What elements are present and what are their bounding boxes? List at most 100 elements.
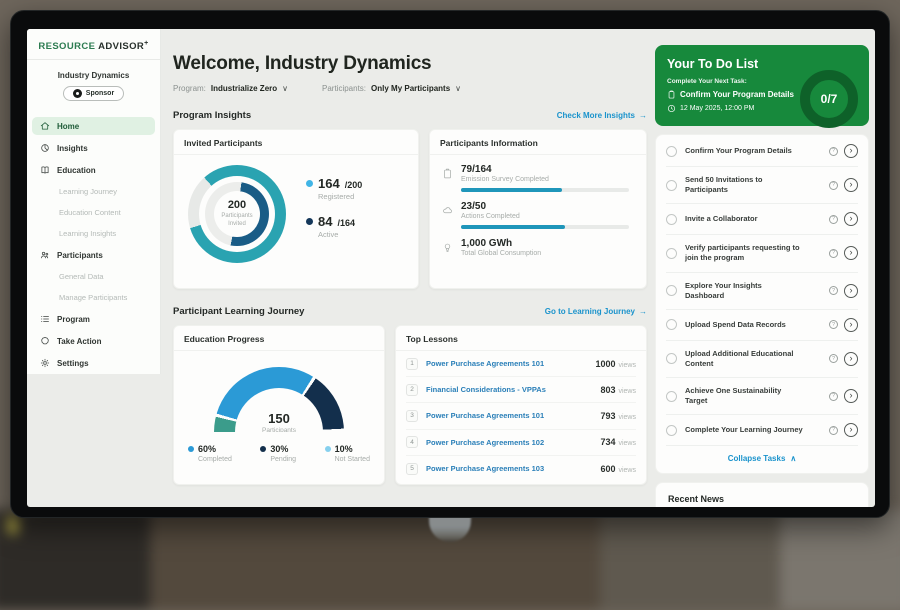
sidebar-item-insights[interactable]: Insights [32, 139, 155, 157]
info-icon[interactable]: ? [829, 215, 838, 224]
lesson-row: 5 Power Purchase Agreements 103 600views [406, 456, 636, 482]
top-lessons-card: Top Lessons 1 Power Purchase Agreements … [395, 325, 647, 485]
clock-icon [667, 104, 676, 113]
lesson-link[interactable]: Power Purchase Agreements 101 [426, 411, 544, 420]
background-object [8, 516, 18, 534]
task-checkbox[interactable] [666, 285, 677, 296]
lesson-link[interactable]: Power Purchase Agreements 101 [426, 359, 544, 368]
task-checkbox[interactable] [666, 353, 677, 364]
lesson-rank: 2 [406, 384, 418, 396]
sidebar-item-settings[interactable]: Settings [32, 354, 155, 372]
desk-shadow-mid [150, 510, 600, 610]
lesson-row: 3 Power Purchase Agreements 101 793views [406, 403, 636, 429]
sidebar-item-take-action[interactable]: Take Action [32, 332, 155, 350]
chevron-up-icon: ∧ [790, 454, 796, 463]
participants-filter-label: Participants: [322, 84, 366, 93]
gauge-count: 150 [214, 411, 344, 426]
pending-dot-icon [260, 446, 266, 452]
sidebar-item-learning-journey[interactable]: Learning Journey [32, 183, 155, 200]
chevron-right-icon[interactable]: › [844, 389, 858, 403]
task-checkbox[interactable] [666, 319, 677, 330]
info-icon[interactable]: ? [829, 320, 838, 329]
collapse-tasks-link[interactable]: Collapse Tasks ∧ [666, 446, 858, 472]
todo-panel: Your To Do List Complete Your Next Task:… [655, 29, 869, 507]
task-checkbox[interactable] [666, 180, 677, 191]
education-progress-gauge: 150 Participants [214, 367, 344, 432]
sidebar-item-education-content[interactable]: Education Content [32, 204, 155, 221]
go-to-learning-journey-link[interactable]: Go to Learning Journey→ [545, 307, 647, 316]
invited-participants-card: Invited Participants 200 Participants In… [173, 129, 419, 289]
task-checkbox[interactable] [666, 146, 677, 157]
task-row: Explore Your Insights Dashboard ? › [666, 273, 858, 310]
sponsor-icon [73, 89, 82, 98]
education-progress-title: Education Progress [174, 326, 384, 351]
task-row: Upload Spend Data Records ? › [666, 310, 858, 341]
task-checkbox[interactable] [666, 248, 677, 259]
task-checkbox[interactable] [666, 425, 677, 436]
chevron-right-icon[interactable]: › [844, 318, 858, 332]
todo-counter: 0/7 [821, 92, 838, 106]
task-checkbox[interactable] [666, 391, 677, 402]
sidebar-nav: Home Insights Education Learning Journey… [27, 115, 160, 374]
invited-participants-donut-chart: 200 Participants Invited [188, 165, 286, 263]
todo-next-task: Confirm Your Program Details [667, 90, 797, 99]
donut-legend: 164 /200 Registered 84 /164 [306, 176, 362, 252]
sidebar-item-participants[interactable]: Participants [32, 246, 155, 264]
lesson-link[interactable]: Power Purchase Agreements 102 [426, 438, 544, 447]
legend-not-started: 10% Not Started [325, 444, 370, 463]
info-icon[interactable]: ? [829, 426, 838, 435]
lesson-link[interactable]: Power Purchase Agreements 103 [426, 464, 544, 473]
participants-filter-value[interactable]: Only My Participants [371, 84, 450, 93]
sidebar-item-education[interactable]: Education [32, 161, 155, 179]
info-icon[interactable]: ? [829, 392, 838, 401]
chevron-right-icon[interactable]: › [844, 246, 858, 260]
book-icon [40, 165, 50, 175]
sidebar-item-home[interactable]: Home [32, 117, 155, 135]
chevron-right-icon[interactable]: › [844, 423, 858, 437]
sponsor-badge[interactable]: Sponsor [63, 86, 124, 101]
info-icon[interactable]: ? [829, 147, 838, 156]
actions-completed-metric: 23/50 Actions Completed [430, 192, 646, 229]
info-icon[interactable]: ? [829, 354, 838, 363]
sidebar-item-general-data[interactable]: General Data [32, 268, 155, 285]
chevron-right-icon[interactable]: › [844, 212, 858, 226]
lesson-rank: 3 [406, 410, 418, 422]
chevron-down-icon[interactable]: ∨ [455, 84, 461, 93]
task-row: Upload Additional Educational Content ? … [666, 341, 858, 378]
check-more-insights-link[interactable]: Check More Insights→ [557, 111, 647, 120]
sidebar-item-manage-participants[interactable]: Manage Participants [32, 289, 155, 306]
chevron-right-icon[interactable]: › [844, 284, 858, 298]
chevron-right-icon[interactable]: › [844, 178, 858, 192]
sidebar-item-learning-insights[interactable]: Learning Insights [32, 225, 155, 242]
education-progress-card: Education Progress 150 Participants 60% … [173, 325, 385, 485]
lesson-link[interactable]: Financial Considerations - VPPAs [426, 385, 546, 394]
info-icon[interactable]: ? [829, 286, 838, 295]
program-insights-heading: Program Insights [173, 110, 251, 121]
participants-information-card: Participants Information 79/164 Emission… [429, 129, 647, 289]
emission-survey-progress-bar [461, 188, 629, 192]
info-icon[interactable]: ? [829, 181, 838, 190]
program-filter-value[interactable]: Industrialize Zero [211, 84, 277, 93]
participants-information-title: Participants Information [430, 130, 646, 155]
task-row: Confirm Your Program Details ? › [666, 136, 858, 167]
program-filter-label: Program: [173, 84, 206, 93]
invited-count: 200 [228, 199, 246, 211]
chevron-right-icon[interactable]: › [844, 144, 858, 158]
page-title: Welcome, Industry Dynamics [173, 53, 647, 75]
todo-header-card: Your To Do List Complete Your Next Task:… [655, 45, 869, 126]
sidebar-item-program[interactable]: Program [32, 310, 155, 328]
task-checkbox[interactable] [666, 214, 677, 225]
take-action-icon [40, 336, 50, 346]
desk-shadow-left [0, 510, 160, 610]
task-row: Achieve One Sustainability Target ? › [666, 378, 858, 415]
app-logo: RESOURCE ADVISOR+ [27, 29, 160, 60]
sponsor-badge-label: Sponsor [86, 90, 114, 97]
chevron-right-icon[interactable]: › [844, 352, 858, 366]
chevron-down-icon[interactable]: ∨ [282, 84, 288, 93]
list-icon [40, 314, 50, 324]
emission-survey-metric: 79/164 Emission Survey Completed [430, 155, 646, 192]
info-icon[interactable]: ? [829, 249, 838, 258]
todo-task-list: Confirm Your Program Details ? › Send 50… [655, 134, 869, 474]
learning-journey-heading: Participant Learning Journey [173, 306, 304, 317]
recent-news-card: Recent News [655, 482, 869, 507]
